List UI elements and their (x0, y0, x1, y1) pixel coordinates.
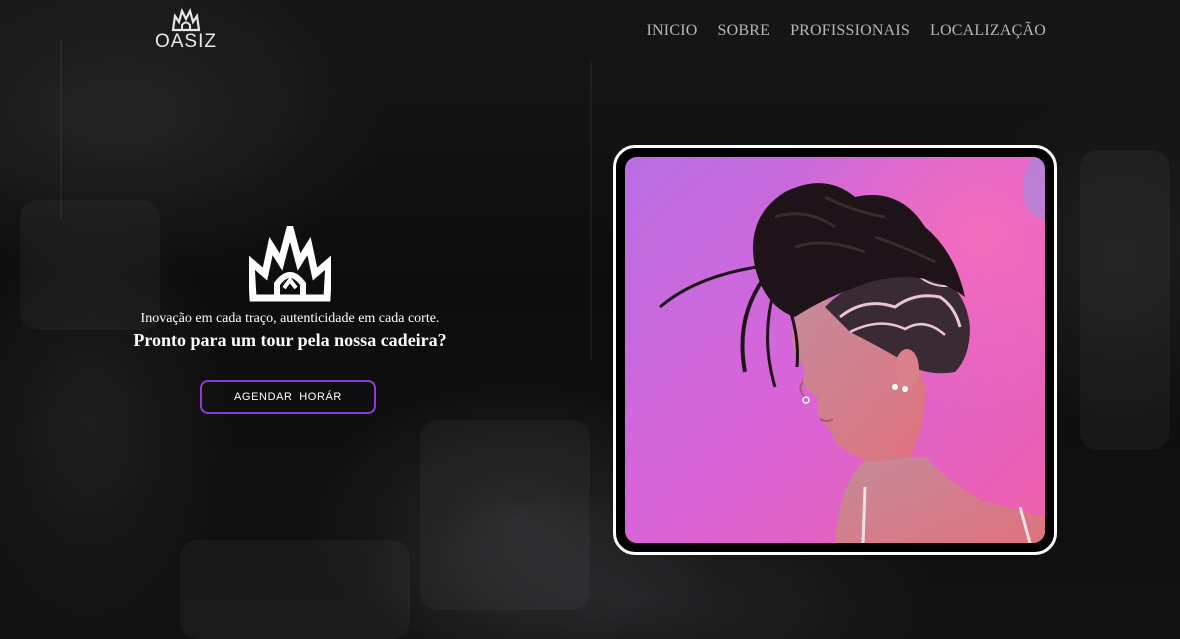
background-divider (590, 60, 592, 360)
nav-item-sobre[interactable]: SOBRE (717, 20, 770, 42)
crown-logo-icon (171, 8, 201, 32)
nav-item-localizacao[interactable]: LOCALIZAÇÃO (930, 20, 1046, 42)
background-chair-shape (420, 420, 590, 610)
crown-emblem-icon (249, 226, 331, 302)
brand-name: OASIZ (154, 31, 217, 52)
nav-item-profissionais[interactable]: PROFISSIONAIS (790, 20, 910, 42)
hero-cta-text: Pronto para um tour pela nossa cadeira? (133, 330, 447, 350)
landing-page: OASIZ INICIO SOBRE PROFISSIONAIS LOCALIZ… (0, 0, 1180, 639)
brand-logo[interactable]: OASIZ (150, 8, 222, 54)
featured-photo-card (613, 145, 1057, 555)
main-nav: INICIO SOBRE PROFISSIONAIS LOCALIZAÇÃO (647, 20, 1046, 42)
background-divider (60, 40, 62, 220)
schedule-button[interactable]: AGENDAR HORÁR (200, 380, 376, 414)
hero-tagline: Inovação em cada traço, autenticidade em… (140, 311, 440, 326)
hero-section: Inovação em cada traço, autenticidade em… (100, 226, 480, 351)
background-chair-shape (1080, 150, 1170, 450)
haircut-photo (625, 157, 1045, 543)
background-chair-shape (180, 540, 410, 639)
nav-item-inicio[interactable]: INICIO (647, 20, 698, 42)
